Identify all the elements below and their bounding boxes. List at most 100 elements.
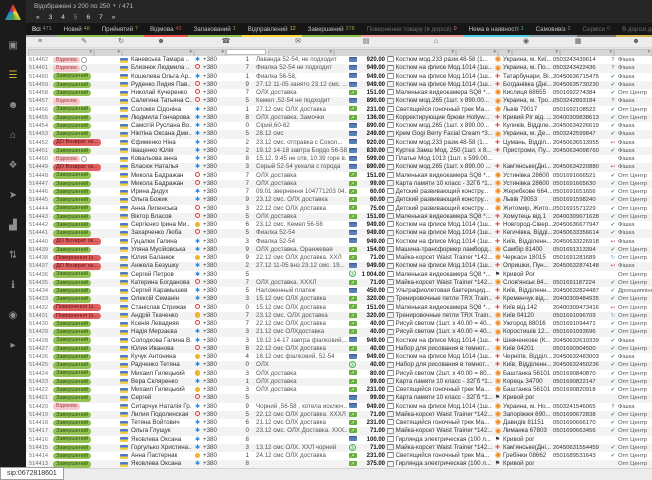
table-row[interactable]: 514461ВідмоваБлизнюк Людмила ..+3807Фиал…	[26, 64, 652, 72]
table-row[interactable]: 514427ЗавершенийЮлия Иванова+380822.12 с…	[26, 345, 652, 353]
phone-filter-input[interactable]	[226, 49, 266, 55]
table-row[interactable]: 514452ДО Возврат ок...Єфименко Ніна✱+380…	[26, 139, 652, 147]
table-row[interactable]: 514414ЗавершенийАнна Пастернак+380124.12…	[26, 452, 652, 460]
app-logo-icon[interactable]	[5, 4, 21, 20]
table-row[interactable]: 514425ЗавершенийРадченко Тетяна✱+3800ОЛХ…	[26, 361, 652, 369]
table-row[interactable]: 514421ЗавершенийСергей+380599.00Карта па…	[26, 394, 652, 402]
tab-new[interactable]: Новий48	[58, 23, 96, 37]
table-row[interactable]: 514441ЗавершенийЗахарченко Люба+3805Фиал…	[26, 229, 652, 237]
sidebar-item-products-icon[interactable]: ❖	[0, 150, 26, 180]
column-comment-icon[interactable]: ✉	[295, 37, 301, 47]
table-row[interactable]: 514426ЗавершенийКучук Антонина+380416.12…	[26, 353, 652, 361]
tab-return-transit[interactable]: Повернення товару (в дорозі)0	[361, 23, 463, 37]
table-row[interactable]: 514434ЗавершенийСергей Карамышев✱+3805На…	[26, 287, 652, 295]
sidebar-item-orders-icon[interactable]: ☰	[0, 60, 26, 90]
table-row[interactable]: 514449ДО Возврат ок...Власюк Наталья✱+38…	[26, 163, 652, 171]
column-sync-icon[interactable]: ↻	[118, 37, 124, 47]
tab-completed[interactable]: Завершений278	[302, 23, 361, 37]
tab-pickup[interactable]: Самовивіз2	[530, 23, 577, 37]
sidebar-item-network-icon[interactable]: ◉	[0, 300, 26, 330]
table-row[interactable]: 514444ЗавершенийАнна Липенська+380322.12…	[26, 205, 652, 213]
range-text[interactable]: Відображені з 200 по 250	[34, 3, 110, 10]
table-row[interactable]: 514447ЗавершенийМикола Бадражан+3807ОЛХ …	[26, 180, 652, 188]
tab-refused[interactable]: Відмова42	[144, 23, 187, 37]
pager-first-icon[interactable]: «	[36, 14, 40, 21]
table-row[interactable]: 514428ЗавершенийСолодкова Галина В..✱+38…	[26, 337, 652, 345]
table-row[interactable]: 514431Повернення (з...Андрій Ткаченко+38…	[26, 312, 652, 320]
column-phone-icon[interactable]: ☎	[222, 37, 231, 47]
table-row[interactable]: 514451ЗавершенийІващенко Юлія✱+380219.12…	[26, 147, 652, 155]
table-row[interactable]: 514460ЗавершенийКошелева Ольга Ар..✱+380…	[26, 73, 652, 81]
table-row[interactable]: 514424ЗавершенийМихаил Гилецький+3803ОЛХ…	[26, 370, 652, 378]
table-row[interactable]: 514432Повернення (з...Станіслав Стрижак+…	[26, 304, 652, 312]
status-cell: Завершений	[53, 172, 117, 178]
pager-last-icon[interactable]: »	[112, 14, 116, 21]
table-row[interactable]: 514453ЗавершенийНікітіна Оксана Дми..✱+3…	[26, 130, 652, 138]
sidebar-item-settings-icon[interactable]: ⇅	[0, 240, 26, 270]
pager-page-3[interactable]: 3	[49, 14, 53, 21]
status-info-icon[interactable]	[81, 57, 87, 63]
table-row[interactable]: 514437ДО Возврат ок...Анжела Безушку✱+38…	[26, 262, 652, 270]
table-row[interactable]: 514433ЗавершенийОлексій Семанін✱+380315.…	[26, 295, 652, 303]
column-ttn-icon[interactable]: ▦	[575, 37, 582, 47]
table-row[interactable]: 514430ЗавершенийКсенія Левадняя+380722.1…	[26, 320, 652, 328]
table-row[interactable]: 514429ЗавершенийНадія Мерзаєва✱+380321.1…	[26, 328, 652, 336]
sidebar-item-reports-icon[interactable]: ▟	[0, 210, 26, 240]
table-row[interactable]: 514440ДО Возврат ок...Гуцалюк Галина✱+38…	[26, 238, 652, 246]
tab-shipped[interactable]: Відправлений12	[242, 23, 302, 37]
tab-out-of-stock[interactable]: Нема в наявності1	[463, 23, 530, 37]
sidebar-item-campaigns-icon[interactable]: ➤	[0, 180, 26, 210]
table-row[interactable]: 514459ЗавершенийРуденко Лидия Пав..+3809…	[26, 81, 652, 89]
table-row[interactable]: 514462ВідмоваКаневська Тамара ..✱+3801Ла…	[26, 56, 652, 64]
tab-services[interactable]: Сервіси0	[577, 23, 617, 37]
column-payment-icon[interactable]: ▤	[363, 37, 370, 47]
column-id-icon[interactable]: ≡	[38, 37, 42, 47]
table-row[interactable]: 514442ЗавершенийСергієнко Ірина Ми..+380…	[26, 221, 652, 229]
column-client-icon[interactable]: ☻	[157, 37, 164, 47]
table-row[interactable]: 514415ЗавершенийГоргулько Христина..✱+38…	[26, 444, 652, 452]
table-row[interactable]: 514420ВідмоваСитарчук Наталія Гр..✱+3809…	[26, 403, 652, 411]
table-row[interactable]: 514435ЗавершенийКатерина Богданова+3807О…	[26, 279, 652, 287]
sidebar-item-customers-icon[interactable]: ☻	[0, 90, 26, 120]
sidebar-item-dashboard-icon[interactable]: ▣	[0, 30, 26, 60]
table-row[interactable]: 514448ЗавершенийМикола Бадражан+3807ОЛХ …	[26, 172, 652, 180]
table-row[interactable]: 514438Повернення (з...Юлия Баланюк+38092…	[26, 254, 652, 262]
flag-cell	[117, 379, 131, 384]
pager-page-6[interactable]: 6	[87, 14, 91, 21]
table-row[interactable]: 514439ЗавершенийУляна Мусійовська✱+3809О…	[26, 246, 652, 254]
table-row[interactable]: 514454ЗавершенийСамотій Руслана Во..✱+38…	[26, 122, 652, 130]
table-row[interactable]: 514422ЗавершенийМихаил Гилецький+3803ОЛХ…	[26, 386, 652, 394]
status-info-icon[interactable]	[81, 156, 87, 162]
tab-accepted[interactable]: Прийнятий7	[96, 23, 144, 37]
tab-on-way-home[interactable]: В дорозі додому0	[616, 23, 652, 37]
table-row[interactable]: 514418ЗавершенийТетяна Войтович✱+380621.…	[26, 419, 652, 427]
table-row[interactable]: 514450ВідмоваКовальова анна✱+380815.12. …	[26, 155, 652, 163]
product-cell: Костюм на флисе Мод.1014 (1ш...	[387, 81, 492, 89]
table-row[interactable]: 514436ЗавершенийСергей Петров✱+3805$1 00…	[26, 271, 652, 279]
table-row[interactable]: 514419ЗавершенийЛилия Подолинская+380522…	[26, 411, 652, 419]
table-row[interactable]: 514417ЗавершенийОльга Глущук✱+380023.12 …	[26, 427, 652, 435]
table-row[interactable]: 514456ЗавершенийСоломія Сідоніна✱+380127…	[26, 106, 652, 114]
column-status-icon[interactable]: ✎	[81, 37, 87, 47]
column-source-icon[interactable]: ☻	[632, 37, 639, 47]
table-row[interactable]: 514416ЗавершенийЯковлева Оксана✱+3808100…	[26, 436, 652, 444]
chevron-down-icon[interactable]: ▾	[113, 3, 116, 9]
sidebar-item-info-icon[interactable]: ℹ	[0, 270, 26, 300]
sidebar-item-video-icon[interactable]: ▸	[0, 330, 26, 360]
table-row[interactable]: 514443ЗавершенийВіктор Власов+3805ОЛХ до…	[26, 213, 652, 221]
pager-page-4[interactable]: 4	[61, 14, 65, 21]
table-row[interactable]: 514423ЗавершенийВера Скляренко✱+3801ОЛХ …	[26, 378, 652, 386]
table-row[interactable]: 514458ЗавершенийНиколай Кучеренко+3807ОЛ…	[26, 89, 652, 97]
table-row[interactable]: 514446ЗавершенийИрина Дидух✱+380709.01 з…	[26, 188, 652, 196]
table-row[interactable]: 514445ЗавершенийОльга Божик✱+380923.12 с…	[26, 196, 652, 204]
pager-page-7[interactable]: 7	[99, 14, 103, 21]
sidebar-item-company-icon[interactable]: ⌂	[0, 120, 26, 150]
column-city-icon[interactable]: ◉	[523, 37, 529, 47]
tab-all[interactable]: Всі471	[26, 23, 58, 37]
status-info-icon[interactable]	[81, 65, 87, 71]
pager-page-5[interactable]: 5	[74, 14, 78, 21]
tab-packed[interactable]: Запакований1	[188, 23, 242, 37]
column-product-icon[interactable]: ⌂	[434, 37, 438, 47]
table-row[interactable]: 514455ЗавершенийЛюдмила Гончарова✱+3808О…	[26, 114, 652, 122]
table-row[interactable]: 514457ВідмоваСалегина Татьяна С..+3805Ке…	[26, 97, 652, 105]
